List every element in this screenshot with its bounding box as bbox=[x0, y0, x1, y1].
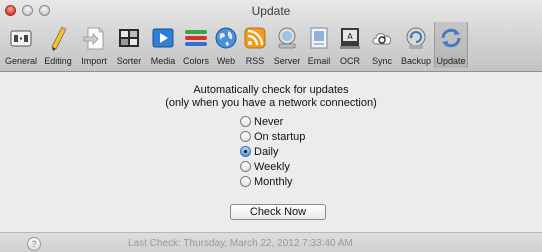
toolbar-label: Import bbox=[81, 56, 107, 66]
radio-option-daily[interactable]: Daily bbox=[240, 144, 305, 159]
preferences-toolbar: General Editing Import Sorter Media Colo… bbox=[2, 22, 468, 70]
radio-button[interactable] bbox=[240, 161, 251, 172]
toolbar-item-media[interactable]: Media bbox=[146, 22, 180, 68]
toolbar-label: Media bbox=[150, 56, 176, 66]
toolbar-item-import[interactable]: Import bbox=[76, 22, 112, 68]
help-button[interactable]: ? bbox=[27, 237, 41, 251]
svg-text:A: A bbox=[347, 32, 353, 41]
radio-button[interactable] bbox=[240, 131, 251, 142]
radio-label: Daily bbox=[254, 145, 279, 158]
status-bar: ? Last Check: Thursday, March 22, 2012 7… bbox=[0, 232, 542, 252]
import-document-icon bbox=[81, 25, 107, 51]
update-frequency-radio-group: Never On startup Daily Weekly Monthly bbox=[240, 114, 305, 189]
radio-label: Monthly bbox=[254, 175, 293, 188]
radio-label: Never bbox=[254, 115, 284, 128]
toolbar-item-sync[interactable]: Sync bbox=[366, 22, 398, 68]
update-heading: Automatically check for updates (only wh… bbox=[0, 84, 542, 110]
update-pane: Automatically check for updates (only wh… bbox=[0, 72, 542, 232]
backup-icon bbox=[403, 25, 429, 51]
radio-label: Weekly bbox=[254, 160, 290, 173]
toolbar-item-rss[interactable]: RSS bbox=[240, 22, 270, 68]
radio-option-weekly[interactable]: Weekly bbox=[240, 159, 305, 174]
sorter-icon bbox=[116, 25, 142, 51]
radio-button[interactable] bbox=[240, 116, 251, 127]
toolbar-label: Colors bbox=[182, 56, 209, 66]
server-icon bbox=[274, 25, 300, 51]
email-icon bbox=[306, 25, 332, 51]
toolbar-label: RSS bbox=[245, 56, 265, 66]
toolbar-item-general[interactable]: General bbox=[2, 22, 40, 68]
toolbar-item-editing[interactable]: Editing bbox=[40, 22, 76, 68]
toolbar-label: OCR bbox=[340, 56, 360, 66]
window-title: Update bbox=[251, 4, 291, 18]
toolbar-label: Sync bbox=[371, 56, 392, 66]
update-arrows-icon bbox=[438, 25, 464, 51]
toolbar-label: Editing bbox=[44, 56, 72, 66]
radio-option-monthly[interactable]: Monthly bbox=[240, 174, 305, 189]
rss-icon bbox=[242, 25, 268, 51]
radio-option-never[interactable]: Never bbox=[240, 114, 305, 129]
check-now-button[interactable]: Check Now bbox=[230, 204, 326, 220]
media-play-icon bbox=[150, 25, 176, 51]
toolbar-item-update[interactable]: Update bbox=[434, 22, 468, 68]
toolbar-item-server[interactable]: Server bbox=[270, 22, 304, 68]
toolbar-item-sorter[interactable]: Sorter bbox=[112, 22, 146, 68]
toolbar-item-colors[interactable]: Colors bbox=[180, 22, 212, 68]
toolbar-label: Web bbox=[216, 56, 236, 66]
general-switch-icon bbox=[8, 25, 34, 51]
toolbar-label: Server bbox=[273, 56, 301, 66]
last-check-text: Last Check: Thursday, March 22, 2012 7:3… bbox=[128, 238, 353, 249]
pencil-icon bbox=[45, 25, 71, 51]
radio-option-on-startup[interactable]: On startup bbox=[240, 129, 305, 144]
heading-line-1: Automatically check for updates bbox=[193, 84, 349, 96]
colors-stripes-icon bbox=[183, 25, 209, 51]
radio-label: On startup bbox=[254, 130, 306, 143]
toolbar-item-email[interactable]: Email bbox=[304, 22, 334, 68]
toolbar-item-ocr[interactable]: A OCR bbox=[334, 22, 366, 68]
ocr-scanner-icon: A bbox=[337, 25, 363, 51]
toolbar-label: General bbox=[4, 56, 38, 66]
toolbar-item-web[interactable]: Web bbox=[212, 22, 240, 68]
radio-button[interactable] bbox=[240, 176, 251, 187]
preferences-window: Update General Editing Import Sorter Med… bbox=[0, 0, 542, 252]
toolbar-label: Update bbox=[436, 56, 466, 66]
globe-icon bbox=[213, 25, 239, 51]
sync-cloud-icon bbox=[369, 25, 395, 51]
toolbar-item-backup[interactable]: Backup bbox=[398, 22, 434, 68]
toolbar-label: Email bbox=[307, 56, 331, 66]
title-toolbar-area: Update General Editing Import Sorter Med… bbox=[0, 0, 542, 72]
toolbar-label: Sorter bbox=[116, 56, 142, 66]
radio-button-selected[interactable] bbox=[240, 146, 251, 157]
heading-line-2: (only when you have a network connection… bbox=[165, 97, 377, 109]
toolbar-label: Backup bbox=[400, 56, 432, 66]
